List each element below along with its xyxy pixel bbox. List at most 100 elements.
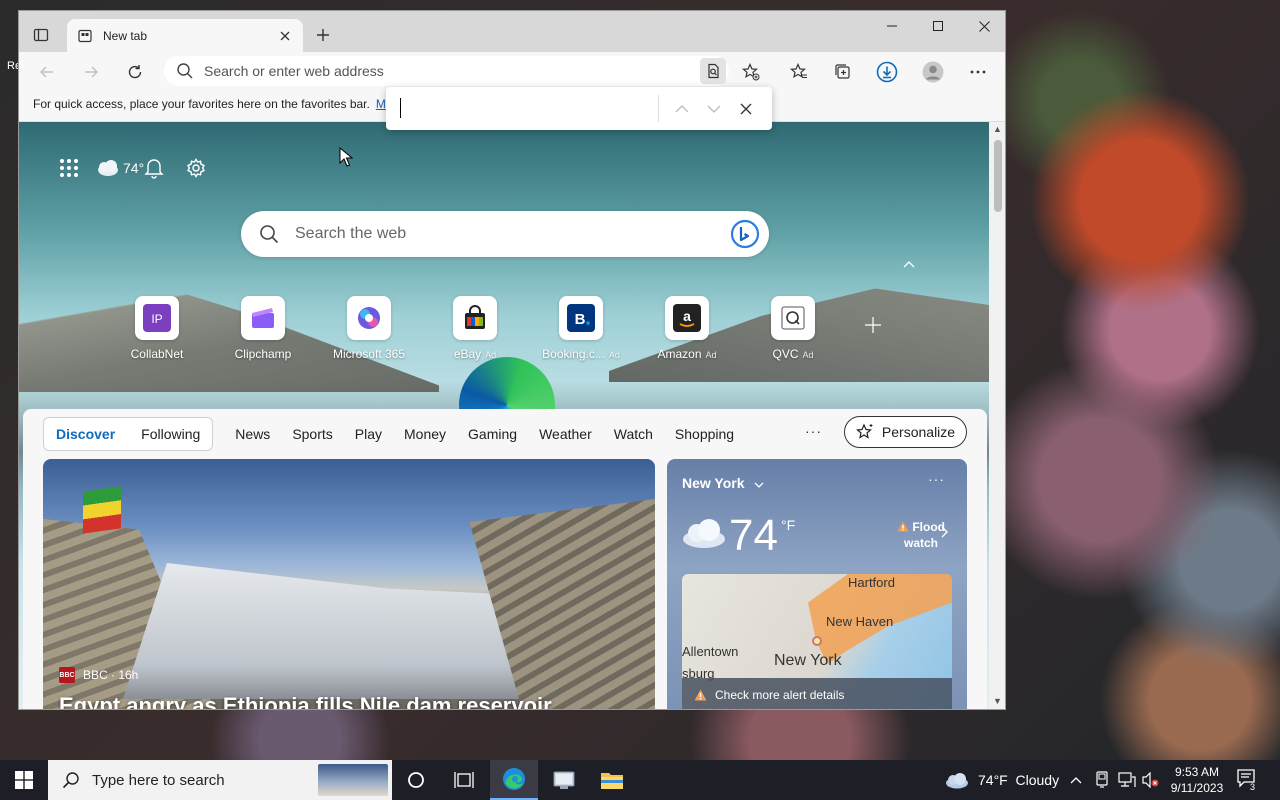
quick-link-tile — [241, 296, 285, 340]
cortana-button[interactable] — [392, 760, 440, 800]
maximize-button[interactable] — [915, 11, 961, 41]
scroll-up-arrow[interactable]: ▲ — [993, 124, 1002, 134]
tab-new-tab[interactable]: New tab — [67, 19, 303, 52]
minimize-button[interactable] — [869, 11, 915, 41]
favorites-button[interactable] — [785, 58, 813, 86]
quick-link-amazon[interactable]: a Amazon Ad — [634, 296, 740, 361]
nav-news[interactable]: News — [235, 426, 270, 442]
weather-location[interactable]: New York — [682, 475, 764, 491]
find-next-button[interactable] — [702, 97, 726, 121]
quick-link-clipchamp[interactable]: Clipchamp — [210, 296, 316, 361]
add-quick-link-button[interactable] — [864, 310, 882, 341]
nav-money[interactable]: Money — [404, 426, 446, 442]
cloud-icon — [946, 773, 968, 789]
personalize-button[interactable]: Personalize — [844, 416, 967, 448]
weather-widget[interactable]: 74° — [95, 157, 166, 179]
find-input[interactable] — [400, 98, 650, 118]
device-icon — [1096, 771, 1108, 788]
taskbar-search-placeholder: Type here to search — [92, 771, 225, 789]
nav-gaming[interactable]: Gaming — [468, 426, 517, 442]
scroll-down-arrow[interactable]: ▼ — [993, 696, 1002, 706]
chevron-up-icon — [903, 261, 915, 268]
quick-link-label: Microsoft 365 — [332, 347, 406, 361]
page-scrollbar[interactable]: ▲ ▼ — [989, 122, 1005, 709]
collections-button[interactable] — [829, 58, 857, 86]
collapse-quicklinks-button[interactable] — [903, 257, 915, 271]
ad-badge: Ad — [705, 350, 717, 360]
map-city-label: Hartford — [848, 575, 895, 590]
tray-network[interactable] — [1118, 760, 1136, 800]
tab-discover[interactable]: Discover — [56, 426, 115, 442]
new-tab-button[interactable] — [311, 23, 335, 47]
tray-volume[interactable] — [1142, 760, 1160, 800]
taskbar-clock[interactable]: 9:53 AM 9/11/2023 — [1164, 764, 1230, 796]
clock-time: 9:53 AM — [1174, 765, 1220, 779]
feed-more-button[interactable]: ··· — [805, 423, 822, 439]
collections-icon — [835, 64, 850, 79]
svg-text:B: B — [575, 311, 586, 328]
nav-shopping[interactable]: Shopping — [675, 426, 734, 442]
address-bar[interactable] — [164, 56, 729, 86]
find-on-page-button[interactable] — [700, 58, 726, 84]
quick-links: IP CollabNet Clipchamp Microsoft 365 eBa… — [104, 296, 846, 361]
tab-actions-button[interactable] — [29, 23, 53, 47]
favorites-bar-hint: For quick access, place your favorites h… — [33, 97, 370, 111]
web-search-box[interactable] — [241, 211, 769, 257]
page-settings-button[interactable] — [186, 158, 206, 178]
ebay-bag-icon — [465, 305, 485, 329]
nav-play[interactable]: Play — [355, 426, 382, 442]
app-launcher-button[interactable] — [59, 158, 79, 178]
article-title[interactable]: Egypt angry as Ethiopia fills Nile dam r… — [59, 693, 552, 709]
taskbar-file-explorer[interactable] — [588, 760, 636, 800]
taskbar-edge[interactable] — [490, 760, 538, 800]
refresh-button[interactable] — [121, 58, 149, 86]
hero-article-card[interactable]: BBC BBC · 16h Egypt angry as Ethiopia fi… — [43, 459, 655, 709]
tab-close-button[interactable] — [277, 28, 293, 44]
settings-more-button[interactable] — [964, 58, 992, 86]
bing-chat-button[interactable] — [729, 218, 761, 250]
profile-button[interactable] — [919, 58, 947, 86]
task-view-button[interactable] — [440, 760, 488, 800]
quick-link-ebay[interactable]: eBay Ad — [422, 296, 528, 361]
nav-weather[interactable]: Weather — [539, 426, 592, 442]
control-panel-icon — [553, 771, 575, 789]
forward-button[interactable] — [77, 58, 105, 86]
manage-favorites-link[interactable]: M — [376, 97, 386, 111]
warning-icon — [897, 521, 909, 532]
alert-details-link[interactable]: Check more alert details — [682, 678, 952, 709]
refresh-icon — [128, 65, 142, 79]
tab-following[interactable]: Following — [141, 426, 200, 442]
address-input[interactable] — [204, 63, 654, 79]
chevron-up-icon — [1070, 777, 1082, 784]
start-button[interactable] — [0, 760, 48, 800]
taskbar-search-box[interactable]: Type here to search — [48, 760, 392, 800]
web-search-input[interactable] — [295, 225, 715, 243]
show-hidden-icons-button[interactable] — [1070, 760, 1082, 800]
taskbar-app[interactable] — [540, 760, 588, 800]
back-button[interactable] — [33, 58, 61, 86]
scrollbar-thumb[interactable] — [994, 140, 1002, 212]
nav-sports[interactable]: Sports — [292, 426, 332, 442]
plus-icon — [317, 29, 329, 41]
close-window-button[interactable] — [961, 11, 1005, 41]
weather-more-button[interactable]: ··· — [928, 471, 945, 487]
booking-icon: B — [567, 304, 595, 332]
find-previous-button[interactable] — [670, 97, 694, 121]
weather-card[interactable]: New York ··· 74 °F Flood watch Hartford — [667, 459, 967, 709]
app-grid-icon — [60, 159, 78, 177]
add-favorite-button[interactable] — [737, 58, 765, 86]
cloud-sun-icon — [98, 160, 118, 176]
find-close-button[interactable] — [734, 97, 758, 121]
quick-link-microsoft-365[interactable]: Microsoft 365 — [316, 296, 422, 361]
notification-count-badge: 3 — [1250, 782, 1256, 792]
maximize-icon — [933, 21, 943, 31]
quick-link-collabnet[interactable]: IP CollabNet — [104, 296, 210, 361]
browser-toolbar — [19, 52, 1005, 90]
nav-watch[interactable]: Watch — [614, 426, 653, 442]
tray-meet-now[interactable] — [1094, 760, 1110, 800]
quick-link-qvc[interactable]: QVC Ad — [740, 296, 846, 361]
taskbar-weather-text: 74°F Cloudy — [978, 772, 1060, 788]
downloads-button[interactable] — [873, 58, 901, 86]
quick-link-booking[interactable]: B Booking.c... Ad — [528, 296, 634, 361]
taskbar-weather[interactable]: 74°F Cloudy — [944, 760, 1059, 800]
